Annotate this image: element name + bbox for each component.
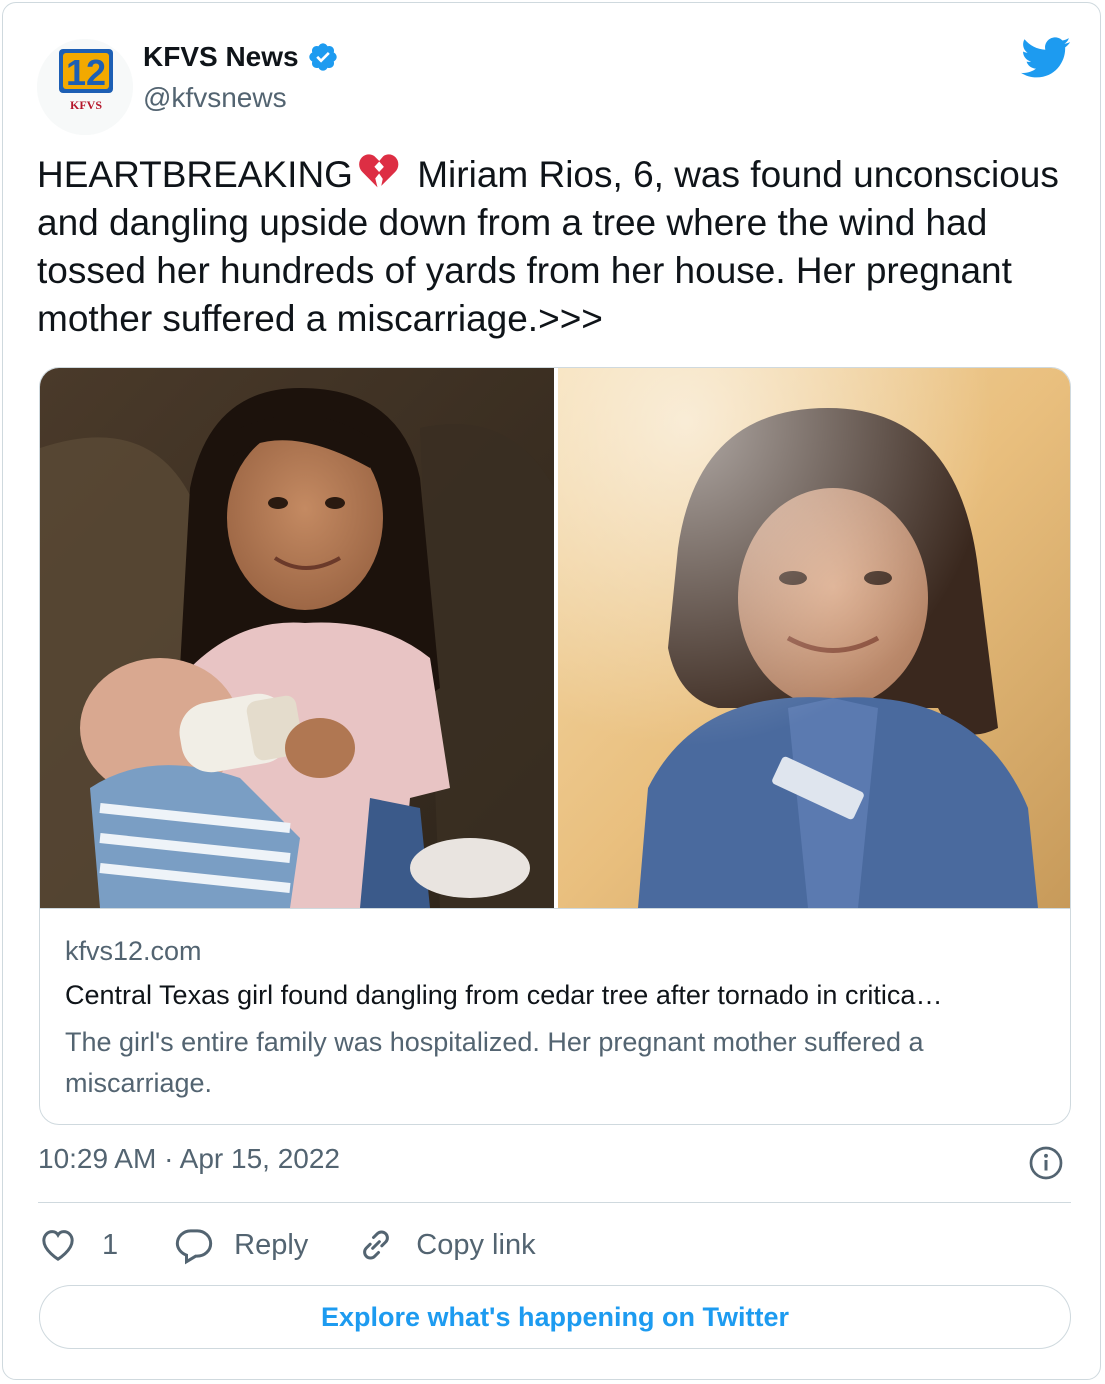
verified-badge-icon [308, 43, 337, 71]
kfvs-logo: 12 KFVS [37, 39, 133, 135]
card-photo-left[interactable] [40, 368, 554, 908]
logo-number: 12 [66, 52, 106, 93]
copy-link-label: Copy link [416, 1228, 536, 1261]
explore-twitter-button[interactable]: Explore what's happening on Twitter [39, 1285, 1071, 1349]
twitter-bird-icon[interactable] [1021, 37, 1071, 79]
author-avatar[interactable]: 12 KFVS [37, 39, 133, 135]
link-card[interactable]: kfvs12.com Central Texas girl found dang… [39, 367, 1071, 1125]
card-photo-right[interactable] [558, 368, 1070, 908]
author-name-text[interactable]: KFVS News [143, 41, 299, 73]
photo-girl-with-baby [40, 368, 554, 908]
like-count: 1 [102, 1228, 119, 1261]
author-name[interactable]: KFVS News [143, 41, 339, 73]
card-domain[interactable]: kfvs12.com [65, 936, 202, 967]
info-icon[interactable] [1028, 1145, 1064, 1181]
card-title[interactable]: Central Texas girl found dangling from c… [65, 980, 1045, 1011]
like-button[interactable]: 1 [38, 1225, 118, 1265]
tweet-embed: 12 KFVS KFVS News @kfvsnews HEARTBREAKIN… [2, 2, 1101, 1380]
logo-letters: KFVS [70, 98, 102, 112]
action-bar: 1 Reply Copy link [38, 1221, 584, 1269]
reply-bubble-icon [175, 1229, 213, 1265]
link-icon [363, 1230, 390, 1260]
copy-link-button[interactable]: Copy link [356, 1225, 536, 1265]
tweet-text-start: HEARTBREAKING [37, 154, 353, 195]
heart-icon [42, 1230, 74, 1261]
reply-button[interactable]: Reply [174, 1225, 308, 1265]
reply-label: Reply [234, 1228, 309, 1261]
card-divider [40, 908, 1070, 909]
meta-divider [38, 1202, 1071, 1203]
photo-girl-outdoors [558, 368, 1070, 908]
tweet-text: HEARTBREAKING Miriam Rios, 6, was found … [37, 151, 1077, 343]
card-media[interactable] [40, 368, 1070, 908]
tweet-timestamp[interactable]: 10:29 AM · Apr 15, 2022 [38, 1143, 340, 1175]
author-handle[interactable]: @kfvsnews [143, 82, 287, 114]
card-description[interactable]: The girl's entire family was hospitalize… [65, 1022, 1055, 1104]
broken-heart-emoji [359, 154, 399, 188]
